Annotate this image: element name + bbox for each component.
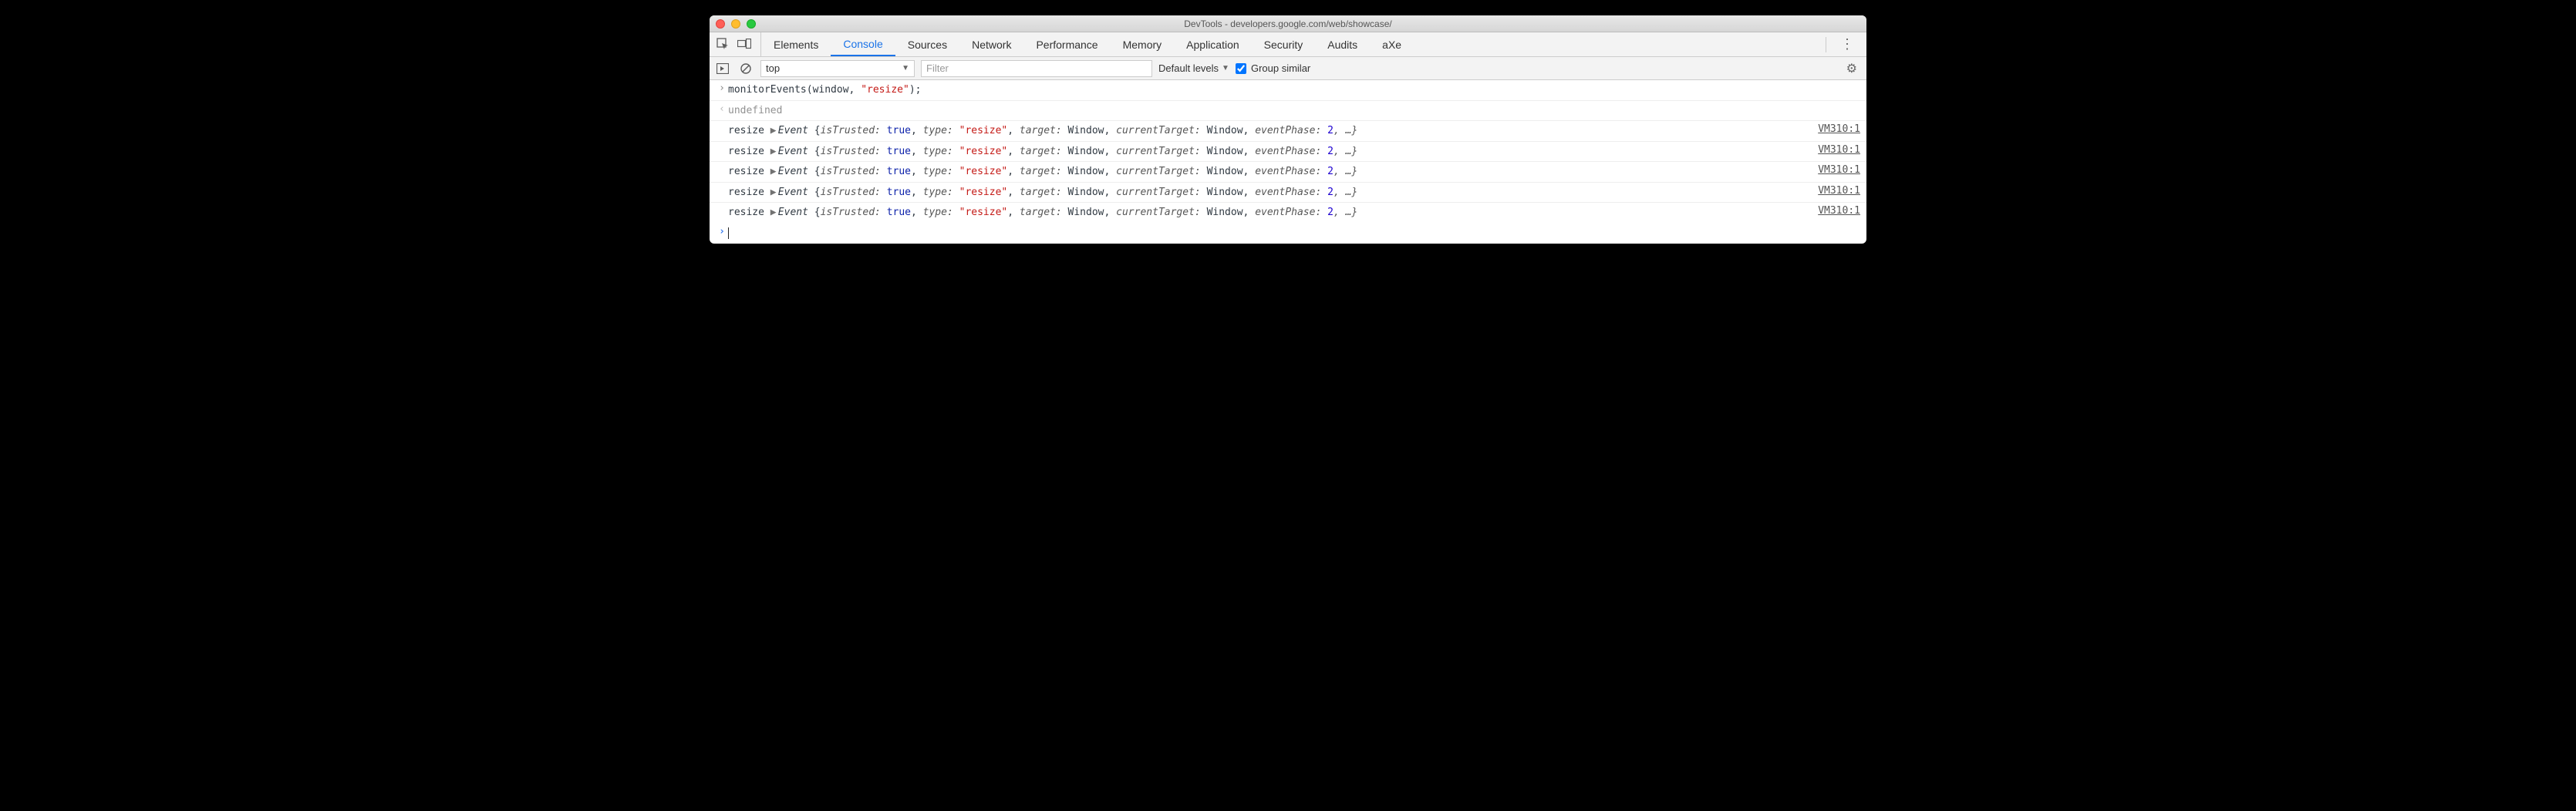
log-levels-selector[interactable]: Default levels ▼ bbox=[1158, 62, 1229, 74]
tab-network[interactable]: Network bbox=[959, 32, 1023, 56]
group-similar-checkbox[interactable]: Group similar bbox=[1236, 62, 1310, 74]
source-link[interactable]: VM310:1 bbox=[1802, 123, 1860, 135]
output-chevron-icon: ‹ bbox=[716, 103, 728, 115]
source-link[interactable]: VM310:1 bbox=[1802, 185, 1860, 197]
log-content[interactable]: resize ▶Event {isTrusted: true, type: "r… bbox=[728, 123, 1802, 139]
tab-performance[interactable]: Performance bbox=[1023, 32, 1110, 56]
maximize-icon[interactable] bbox=[747, 19, 756, 29]
sidebar-toggle-icon[interactable] bbox=[714, 60, 731, 77]
tab-memory[interactable]: Memory bbox=[1111, 32, 1175, 56]
group-similar-input[interactable] bbox=[1236, 63, 1246, 74]
chevron-down-icon: ▼ bbox=[1222, 64, 1229, 72]
window-title: DevTools - developers.google.com/web/sho… bbox=[716, 19, 1860, 29]
console-command[interactable]: monitorEvents(window, "resize"); bbox=[728, 82, 1860, 98]
console-log-row: resize ▶Event {isTrusted: true, type: "r… bbox=[710, 203, 1866, 223]
close-icon[interactable] bbox=[716, 19, 725, 29]
input-chevron-icon: › bbox=[716, 82, 728, 94]
device-toggle-icon[interactable] bbox=[737, 38, 751, 52]
context-value: top bbox=[766, 62, 780, 74]
clear-console-icon[interactable] bbox=[737, 60, 754, 77]
expand-triangle-icon[interactable]: ▶ bbox=[770, 144, 778, 160]
chevron-down-icon: ▼ bbox=[902, 64, 909, 72]
tab-application[interactable]: Application bbox=[1174, 32, 1252, 56]
log-content[interactable]: resize ▶Event {isTrusted: true, type: "r… bbox=[728, 144, 1802, 160]
console-log-row: resize ▶Event {isTrusted: true, type: "r… bbox=[710, 183, 1866, 204]
console-log-row: resize ▶Event {isTrusted: true, type: "r… bbox=[710, 142, 1866, 163]
log-content[interactable]: resize ▶Event {isTrusted: true, type: "r… bbox=[728, 205, 1802, 220]
console-toolbar: top ▼ Default levels ▼ Group similar ⚙ bbox=[710, 57, 1866, 80]
text-caret bbox=[728, 227, 729, 239]
expand-triangle-icon[interactable]: ▶ bbox=[770, 205, 778, 220]
console-log-row: resize ▶Event {isTrusted: true, type: "r… bbox=[710, 121, 1866, 142]
devtools-window: DevTools - developers.google.com/web/sho… bbox=[710, 15, 1866, 244]
more-menu-icon[interactable]: ⋮ bbox=[1836, 36, 1859, 52]
window-controls bbox=[716, 19, 756, 29]
context-selector[interactable]: top ▼ bbox=[760, 60, 915, 77]
source-link[interactable]: VM310:1 bbox=[1802, 205, 1860, 217]
undefined-value: undefined bbox=[728, 103, 1860, 119]
inspect-toolbar bbox=[714, 32, 761, 56]
console-log-row: resize ▶Event {isTrusted: true, type: "r… bbox=[710, 162, 1866, 183]
titlebar: DevTools - developers.google.com/web/sho… bbox=[710, 15, 1866, 32]
prompt-chevron-icon: › bbox=[716, 226, 728, 241]
console-input-row: › monitorEvents(window, "resize"); bbox=[710, 80, 1866, 101]
console-output-row: ‹ undefined bbox=[710, 101, 1866, 122]
tab-elements[interactable]: Elements bbox=[761, 32, 831, 56]
devtools-tabs: Elements Console Sources Network Perform… bbox=[710, 32, 1866, 57]
tab-axe[interactable]: aXe bbox=[1370, 32, 1414, 56]
source-link[interactable]: VM310:1 bbox=[1802, 144, 1860, 156]
expand-triangle-icon[interactable]: ▶ bbox=[770, 123, 778, 139]
log-content[interactable]: resize ▶Event {isTrusted: true, type: "r… bbox=[728, 164, 1802, 180]
tab-audits[interactable]: Audits bbox=[1315, 32, 1370, 56]
minimize-icon[interactable] bbox=[731, 19, 740, 29]
expand-triangle-icon[interactable]: ▶ bbox=[770, 164, 778, 180]
settings-gear-icon[interactable]: ⚙ bbox=[1842, 61, 1862, 76]
inspect-element-icon[interactable] bbox=[716, 38, 730, 52]
console-prompt[interactable]: › bbox=[710, 223, 1866, 244]
log-levels-label: Default levels bbox=[1158, 62, 1219, 74]
source-link[interactable]: VM310:1 bbox=[1802, 164, 1860, 176]
tab-console[interactable]: Console bbox=[831, 32, 895, 56]
tab-sources[interactable]: Sources bbox=[895, 32, 959, 56]
group-similar-label: Group similar bbox=[1251, 62, 1310, 74]
expand-triangle-icon[interactable]: ▶ bbox=[770, 185, 778, 200]
console-output: › monitorEvents(window, "resize"); ‹ und… bbox=[710, 80, 1866, 244]
filter-input[interactable] bbox=[921, 60, 1152, 77]
log-content[interactable]: resize ▶Event {isTrusted: true, type: "r… bbox=[728, 185, 1802, 200]
tab-security[interactable]: Security bbox=[1252, 32, 1316, 56]
